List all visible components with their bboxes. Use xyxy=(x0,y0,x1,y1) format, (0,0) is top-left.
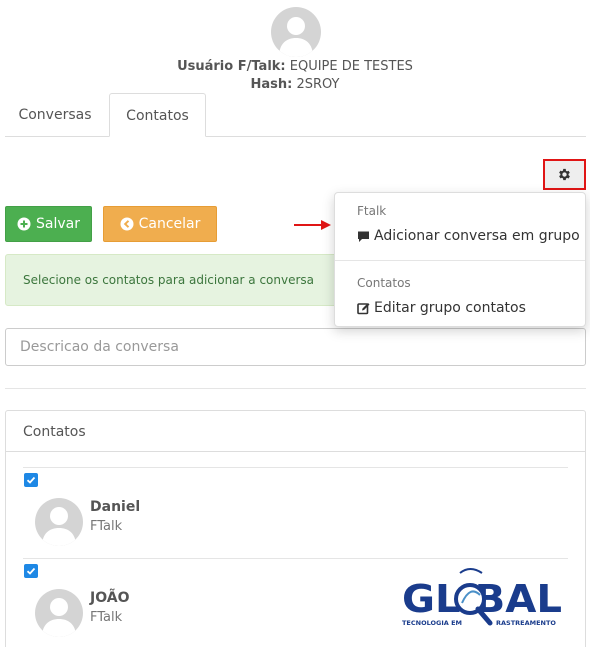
tab-bar: Conversas Contatos xyxy=(5,93,586,137)
check-icon xyxy=(26,567,36,575)
gear-icon xyxy=(559,168,570,181)
arrow-icon xyxy=(294,220,331,230)
contact-subtitle: FTalk xyxy=(90,519,123,534)
contact-checkbox[interactable] xyxy=(24,473,38,487)
user-info: Usuário F/Talk: EQUIPE DE TESTES xyxy=(0,59,590,74)
cancel-button[interactable]: Cancelar xyxy=(103,206,217,242)
tab-contatos[interactable]: Contatos xyxy=(109,93,206,137)
contact-subtitle: FTalk xyxy=(90,610,123,625)
user-value: EQUIPE DE TESTES xyxy=(285,59,413,74)
back-circle-icon xyxy=(120,217,134,231)
divider xyxy=(5,388,586,389)
save-label: Salvar xyxy=(36,216,80,232)
cancel-label: Cancelar xyxy=(138,216,201,232)
info-text: Selecione os contatos para adicionar a c… xyxy=(23,273,315,287)
user-label: Usuário F/Talk: xyxy=(177,59,286,74)
panel-header-divider xyxy=(6,451,585,452)
hash-info: Hash: 2SROY xyxy=(0,77,590,92)
tab-conversas[interactable]: Conversas xyxy=(5,93,105,137)
contact-name: Daniel xyxy=(90,499,141,515)
menu-item-edit-contact-group[interactable]: Editar grupo contatos xyxy=(357,300,526,316)
settings-dropdown: Ftalk Adicionar conversa em grupo Contat… xyxy=(334,192,586,327)
row-divider xyxy=(23,467,568,468)
save-button[interactable]: Salvar xyxy=(5,206,92,242)
dropdown-header-ftalk: Ftalk xyxy=(357,204,387,218)
logo-tagline-right: RASTREAMENTO xyxy=(496,619,556,627)
check-icon xyxy=(26,476,36,484)
dropdown-divider xyxy=(335,260,585,261)
plus-circle-icon xyxy=(17,217,31,231)
description-input[interactable] xyxy=(5,328,586,366)
contact-checkbox[interactable] xyxy=(24,564,38,578)
panel-title: Contatos xyxy=(23,424,86,440)
dropdown-header-contatos: Contatos xyxy=(357,276,411,290)
menu-item-add-group-conversation[interactable]: Adicionar conversa em grupo xyxy=(357,228,580,244)
settings-button[interactable] xyxy=(543,159,586,190)
hash-value: 2SROY xyxy=(292,77,340,92)
menu-item-label: Adicionar conversa em grupo xyxy=(374,228,580,244)
profile-avatar xyxy=(271,7,321,57)
comment-icon xyxy=(358,231,369,242)
menu-item-label: Editar grupo contatos xyxy=(374,300,526,316)
edit-icon xyxy=(357,302,370,314)
logo-tagline-left: TECNOLOGIA EM xyxy=(402,619,462,627)
contact-name: JOÃO xyxy=(90,590,130,606)
contact-avatar xyxy=(35,589,83,637)
row-divider xyxy=(23,558,568,559)
contact-avatar xyxy=(35,498,83,546)
global-logo: GL BAL TECNOLOGIA EM RASTREAMENTO xyxy=(402,568,562,627)
hash-label: Hash: xyxy=(250,77,293,92)
